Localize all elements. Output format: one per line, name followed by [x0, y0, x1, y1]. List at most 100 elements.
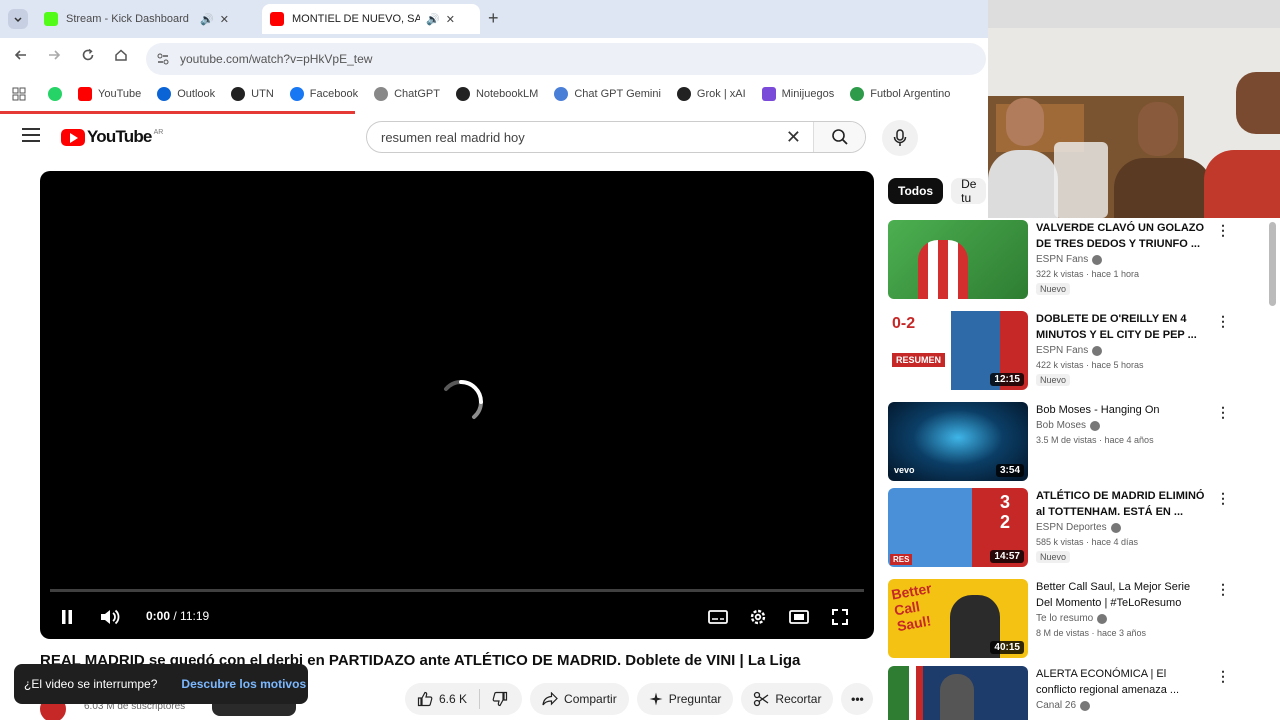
chip-all[interactable]: Todos: [888, 178, 944, 204]
channel-name[interactable]: ESPN Deportes: [1036, 522, 1206, 533]
sparkle-icon: [649, 692, 663, 706]
tab-close-icon[interactable]: ✕: [220, 13, 229, 26]
bookmark-outlook[interactable]: Outlook: [157, 87, 215, 101]
speaker-icon[interactable]: 🔊: [426, 13, 440, 26]
bookmark-facebook[interactable]: Facebook: [289, 87, 358, 101]
recommendation-title[interactable]: ALERTA ECONÓMICA | El conflicto regional…: [1036, 666, 1206, 698]
url-text: youtube.com/watch?v=pHkVpE_tew: [180, 52, 373, 66]
voice-search-button[interactable]: [882, 120, 918, 156]
video-thumbnail[interactable]: vevo 3:54: [888, 402, 1028, 481]
video-thumbnail[interactable]: [888, 666, 1028, 720]
channel-name[interactable]: Canal 26: [1036, 700, 1206, 711]
youtube-play-logo-icon: [61, 128, 85, 146]
subtitles-icon: [708, 610, 728, 624]
sidebar-scrollbar[interactable]: [1269, 222, 1276, 306]
pause-button[interactable]: [56, 605, 78, 629]
channel-name[interactable]: Te lo resumo: [1036, 613, 1206, 624]
more-vertical-icon[interactable]: ⋮: [1216, 668, 1228, 685]
ask-button[interactable]: Preguntar: [636, 683, 734, 715]
channel-label: Bob Moses: [1036, 420, 1087, 431]
tab-search-button[interactable]: [8, 9, 28, 29]
dislike-button[interactable]: [480, 683, 523, 715]
share-button[interactable]: Compartir: [530, 683, 629, 715]
apps-grid-icon: [12, 87, 26, 101]
channel-label: Te lo resumo: [1036, 613, 1094, 624]
tab-youtube-video[interactable]: MONTIEL DE NUEVO, SALI… 🔊 ✕: [262, 4, 480, 34]
chatgpt-icon: [374, 87, 389, 101]
more-vertical-icon[interactable]: ⋮: [1216, 313, 1230, 330]
bookmark-whatsapp[interactable]: [48, 87, 68, 101]
more-vertical-icon[interactable]: ⋮: [1216, 404, 1230, 421]
person-left-face: [1006, 98, 1044, 146]
video-thumbnail[interactable]: Better Call Saul! 40:15: [888, 579, 1028, 658]
apps-button[interactable]: [12, 87, 26, 101]
recommendation-item[interactable]: vevo 3:54 Bob Moses - Hanging On Bob Mos…: [888, 402, 1230, 484]
youtube-logo[interactable]: YouTube AR: [61, 127, 163, 147]
search-input[interactable]: resumen real madrid hoy ✕: [366, 121, 866, 153]
settings-button[interactable]: [746, 605, 770, 629]
bookmark-youtube[interactable]: YouTube: [78, 87, 141, 101]
bookmark-gemini[interactable]: Chat GPT Gemini: [554, 87, 661, 101]
utn-icon: [231, 87, 246, 101]
recommendation-item[interactable]: ALERTA ECONÓMICA | El conflicto regional…: [888, 666, 1228, 720]
bookmark-label: Minijuegos: [781, 88, 835, 100]
like-button[interactable]: 6.6 K: [405, 683, 481, 715]
video-thumbnail[interactable]: 0-2 RESUMEN 12:15: [888, 311, 1028, 390]
video-thumbnail[interactable]: [888, 220, 1028, 299]
video-actions: 6.6 K Compartir Preguntar Recortar •••: [405, 682, 881, 716]
recommendation-title[interactable]: Better Call Saul, La Mejor Serie Del Mom…: [1036, 579, 1206, 611]
futbol-argentino-icon: [850, 87, 865, 101]
bookmark-label: ChatGPT: [394, 88, 440, 100]
menu-button[interactable]: [22, 128, 40, 146]
notebooklm-icon: [455, 87, 470, 101]
volume-button[interactable]: [98, 605, 122, 629]
recommendation-item[interactable]: VALVERDE CLAVÓ UN GOLAZO DE TRES DEDOS Y…: [888, 220, 1230, 302]
more-actions-button[interactable]: •••: [841, 683, 874, 715]
progress-bar[interactable]: [50, 589, 864, 592]
speaker-icon[interactable]: 🔊: [200, 13, 214, 26]
clip-button[interactable]: Recortar: [741, 683, 834, 715]
address-bar[interactable]: youtube.com/watch?v=pHkVpE_tew: [146, 43, 986, 75]
person-middle-face: [1138, 102, 1178, 156]
recommendation-title[interactable]: DOBLETE DE O'REILLY EN 4 MINUTOS Y EL CI…: [1036, 311, 1206, 343]
thumbs-up-icon: [417, 691, 433, 707]
channel-name[interactable]: ESPN Fans: [1036, 254, 1206, 265]
recommendation-item[interactable]: 0-2 RESUMEN 12:15 DOBLETE DE O'REILLY EN…: [888, 311, 1230, 393]
bookmark-grok[interactable]: Grok | xAI: [676, 87, 746, 101]
bookmark-utn[interactable]: UTN: [231, 87, 274, 101]
theater-mode-button[interactable]: [786, 605, 812, 629]
bookmark-notebooklm[interactable]: NotebookLM: [455, 87, 538, 101]
bookmark-futbol-argentino[interactable]: Futbol Argentino: [850, 87, 950, 101]
bookmark-minijuegos[interactable]: Minijuegos: [761, 87, 835, 101]
tab-close-icon[interactable]: ✕: [446, 13, 455, 26]
youtube-header: YouTube AR resumen real madrid hoy ✕: [0, 114, 988, 162]
video-meta: 322 k vistas · hace 1 hora: [1036, 269, 1140, 279]
site-info-icon[interactable]: [156, 52, 170, 66]
search-button[interactable]: [813, 122, 865, 152]
fullscreen-button[interactable]: [828, 605, 852, 629]
new-tab-button[interactable]: +: [488, 8, 499, 29]
recommendation-item[interactable]: 32 RES 14:57 ATLÉTICO DE MADRID ELIMINÓ …: [888, 488, 1230, 570]
more-vertical-icon[interactable]: ⋮: [1216, 490, 1230, 507]
toast-link[interactable]: Descubre los motivos: [181, 677, 306, 691]
chip-from-channel[interactable]: De tu: [951, 177, 987, 205]
reload-button[interactable]: [81, 48, 95, 67]
home-button[interactable]: [114, 48, 128, 67]
more-vertical-icon[interactable]: ⋮: [1216, 581, 1230, 598]
tab-kick-dashboard[interactable]: Stream - Kick Dashboard 🔊 ✕: [36, 4, 258, 34]
forward-button[interactable]: [47, 48, 61, 67]
back-button[interactable]: [14, 48, 28, 67]
recommendation-item[interactable]: Better Call Saul! 40:15 Better Call Saul, …: [888, 579, 1230, 661]
channel-name[interactable]: ESPN Fans: [1036, 345, 1206, 356]
bookmark-chatgpt[interactable]: ChatGPT: [374, 87, 440, 101]
video-thumbnail[interactable]: 32 RES 14:57: [888, 488, 1028, 567]
more-vertical-icon[interactable]: ⋮: [1216, 222, 1230, 239]
subtitles-button[interactable]: [706, 605, 730, 629]
channel-name[interactable]: Bob Moses: [1036, 420, 1206, 431]
clear-search-icon[interactable]: ✕: [786, 127, 801, 148]
video-player[interactable]: 0:00 / 11:19: [40, 171, 874, 639]
search-icon: [831, 129, 848, 145]
channel-label: ESPN Fans: [1036, 254, 1089, 265]
recommendation-title[interactable]: ATLÉTICO DE MADRID ELIMINÓ al TOTTENHAM.…: [1036, 488, 1206, 520]
recommendation-title[interactable]: VALVERDE CLAVÓ UN GOLAZO DE TRES DEDOS Y…: [1036, 220, 1206, 252]
